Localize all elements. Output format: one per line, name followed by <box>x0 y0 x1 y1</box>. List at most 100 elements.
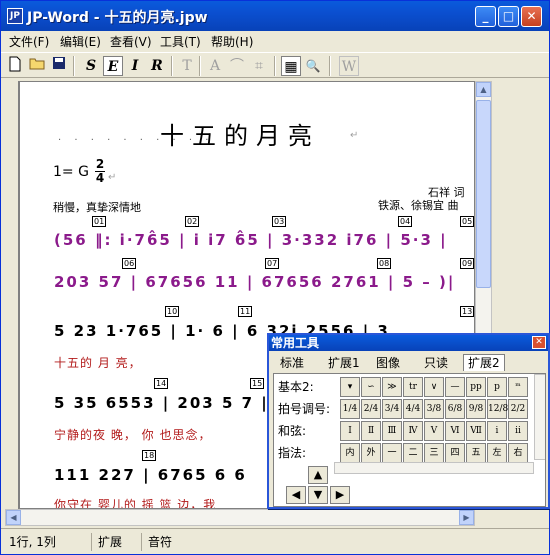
palette-cell[interactable]: i <box>487 421 507 441</box>
toolbar-separator <box>171 56 173 76</box>
maximize-button[interactable]: □ <box>498 6 519 27</box>
arrow-down-icon[interactable]: ▼ <box>308 486 328 504</box>
palette-cell[interactable]: pp <box>466 377 486 397</box>
e-style-button[interactable]: E <box>103 56 123 76</box>
bar-number: 08 <box>377 258 392 269</box>
palette-cell[interactable]: Ⅰ <box>340 421 360 441</box>
palette-cell[interactable]: 2/2 <box>508 399 528 419</box>
palette-cell[interactable]: ∨ <box>424 377 444 397</box>
palette-cell[interactable]: 12/8 <box>487 399 508 419</box>
palette-close-icon[interactable]: ✕ <box>532 336 546 349</box>
palette-cell[interactable]: 3/8 <box>424 399 444 419</box>
tab-readonly[interactable]: 只读 <box>419 354 453 371</box>
palette-horizontal-scrollbar[interactable] <box>334 462 534 474</box>
palette-cell[interactable]: Ⅲ <box>382 421 402 441</box>
menu-file[interactable]: 文件(F) <box>9 33 49 50</box>
i-style-button[interactable]: I <box>125 56 145 76</box>
palette-cell[interactable]: 1/4 <box>340 399 360 419</box>
tab-extended-1[interactable]: 扩展1 <box>323 354 365 371</box>
palette-cell[interactable]: 9/8 <box>466 399 486 419</box>
palette-cell[interactable]: ∽ <box>361 377 381 397</box>
title-bar[interactable]: JP JP-Word - 十五的月亮.jpw _ □ ✕ <box>1 1 549 31</box>
palette-cell[interactable]: ii <box>508 421 528 441</box>
menu-edit[interactable]: 编辑(E) <box>60 33 101 50</box>
palette-cell[interactable]: ▾ <box>340 377 360 397</box>
palette-cell[interactable]: 2/4 <box>361 399 381 419</box>
palette-cell[interactable]: Ⅳ <box>403 421 423 441</box>
palette-cell[interactable]: 左 <box>487 443 507 463</box>
text-button[interactable]: T <box>177 56 197 76</box>
palette-cell[interactable]: 四 <box>445 443 465 463</box>
palette-cell[interactable]: 五 <box>466 443 486 463</box>
tab-extended-2[interactable]: 扩展2 <box>463 354 505 371</box>
palette-cell[interactable]: ᵐ <box>508 377 528 397</box>
palette-body: 基本2: 拍号调号: 和弦: 指法: ▾ ∽ ≫ tr ∨ — pp p ᵐ 1/4 2/4 3/4 4… <box>273 373 546 507</box>
app-icon: JP <box>7 8 23 24</box>
palette-cell[interactable]: 三 <box>424 443 444 463</box>
palette-vertical-scrollbar[interactable] <box>534 374 545 460</box>
bar-number: 06 <box>122 258 137 269</box>
palette-cell[interactable]: — <box>445 377 465 397</box>
arrow-up-icon[interactable]: ▲ <box>308 466 328 484</box>
status-cursor-position: 1行, 1列 <box>9 535 56 549</box>
tie-button[interactable]: ⌒ <box>227 56 247 76</box>
menu-view[interactable]: 查看(V) <box>110 33 152 50</box>
song-title: 十五的月亮 <box>160 122 320 150</box>
status-mode: 扩展 <box>91 533 135 551</box>
bar-number: 10 <box>165 306 180 317</box>
palette-cell[interactable]: Ⅱ <box>361 421 381 441</box>
palette-cell[interactable]: 二 <box>403 443 423 463</box>
horizontal-scrollbar[interactable]: ◀ ▶ <box>5 509 475 526</box>
close-button[interactable]: ✕ <box>521 6 542 27</box>
palette-cell[interactable]: ≫ <box>382 377 402 397</box>
palette-cell[interactable]: 外 <box>361 443 381 463</box>
bar-number: 13 <box>460 306 474 317</box>
bar-number: 04 <box>398 216 413 227</box>
palette-title[interactable]: 常用工具 <box>269 335 548 351</box>
palette-tabs: 标准 扩展1 图像 只读 扩展2 <box>271 352 546 372</box>
open-folder-icon[interactable] <box>27 56 47 76</box>
palette-cell[interactable]: tr <box>403 377 423 397</box>
palette-cell[interactable]: 6/8 <box>445 399 465 419</box>
intro-line-1: (56 ‖: i·76̂5 | i i7 6̂5 | 3·332 i76 | 5… <box>54 231 448 249</box>
palette-cell[interactable]: 3/4 <box>382 399 402 419</box>
s-style-button[interactable]: S <box>81 56 101 76</box>
scroll-left-arrow-icon[interactable]: ◀ <box>6 510 21 525</box>
font-button[interactable]: A <box>205 56 225 76</box>
scroll-right-arrow-icon[interactable]: ▶ <box>459 510 474 525</box>
bar-number: 18 <box>142 450 157 461</box>
tab-image[interactable]: 图像 <box>371 354 405 371</box>
grid-view-icon[interactable]: ▦ <box>281 56 301 76</box>
tempo-marking: 稍慢，真挚深情地 <box>53 201 141 214</box>
palette-cell[interactable]: 右 <box>508 443 528 463</box>
minimize-button[interactable]: _ <box>475 6 496 27</box>
palette-cell[interactable]: 一 <box>382 443 402 463</box>
arrow-left-icon[interactable]: ◀ <box>286 486 306 504</box>
zoom-icon[interactable]: 🔍 <box>303 56 323 76</box>
palette-cell[interactable]: Ⅵ <box>445 421 465 441</box>
bar-number: 05 <box>460 216 474 227</box>
scroll-thumb[interactable] <box>476 100 491 288</box>
time-signature-top: 2 <box>95 157 105 172</box>
tab-standard[interactable]: 标准 <box>275 354 309 371</box>
bar-number: 15 <box>250 378 265 389</box>
row-label-basic: 基本2: <box>278 380 314 394</box>
save-disk-icon[interactable] <box>49 56 69 76</box>
menu-help[interactable]: 帮助(H) <box>211 33 253 50</box>
menu-bar: 文件(F) 编辑(E) 查看(V) 工具(T) 帮助(H) <box>1 31 549 51</box>
menu-tools[interactable]: 工具(T) <box>160 33 201 50</box>
lyric-line-2: 宁静的夜 晚， 你 也思念， <box>54 428 212 442</box>
palette-cell[interactable]: 内 <box>340 443 360 463</box>
palette-cell[interactable]: Ⅶ <box>466 421 486 441</box>
w-button[interactable]: W <box>339 56 359 76</box>
status-input-type: 音符 <box>141 533 193 551</box>
palette-cell[interactable]: 4/4 <box>403 399 423 419</box>
palette-cell[interactable]: Ⅴ <box>424 421 444 441</box>
new-file-icon[interactable] <box>5 56 25 76</box>
r-style-button[interactable]: R <box>147 56 167 76</box>
arrow-right-icon[interactable]: ▶ <box>330 486 350 504</box>
main-window: JP JP-Word - 十五的月亮.jpw _ □ ✕ 文件(F) 编辑(E)… <box>0 0 550 555</box>
palette-cell[interactable]: p <box>487 377 507 397</box>
scroll-up-arrow-icon[interactable]: ▲ <box>476 82 491 97</box>
beam-button[interactable]: ⌗ <box>249 56 269 76</box>
